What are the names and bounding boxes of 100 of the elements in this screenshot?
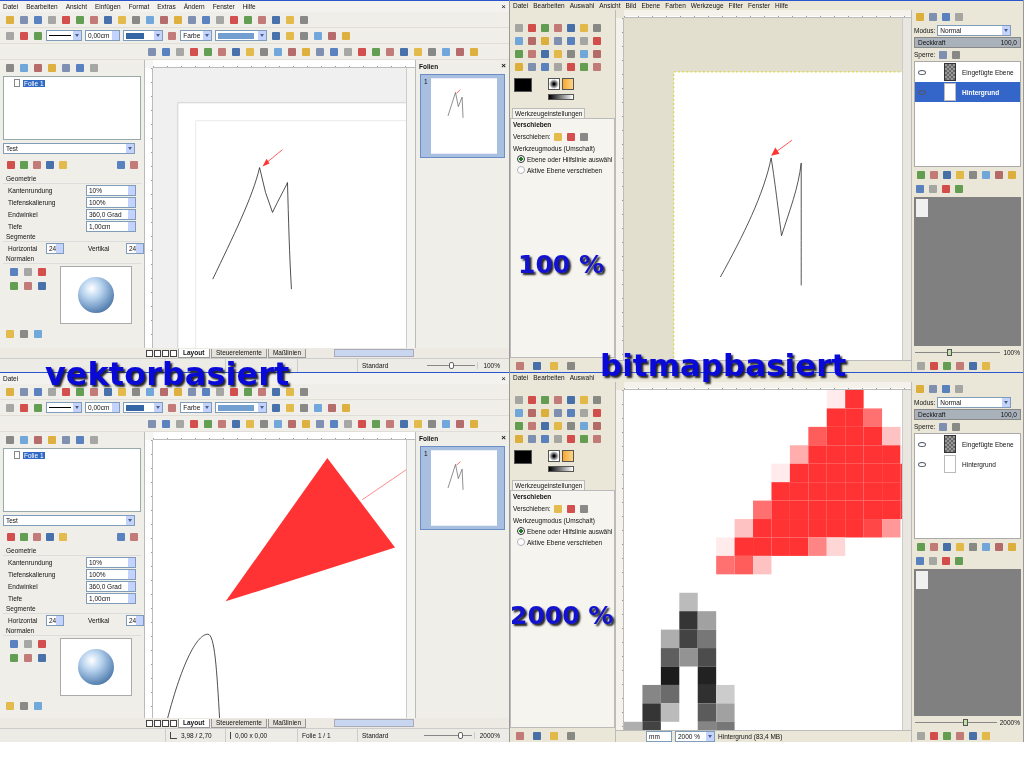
scrollbar[interactable] (902, 390, 911, 730)
close-button[interactable]: × (501, 374, 506, 383)
color-dropdown[interactable] (123, 30, 164, 41)
toolbar-icon[interactable] (18, 159, 29, 170)
toolbar-icon[interactable] (578, 503, 590, 514)
toolbar-icon[interactable] (32, 434, 43, 446)
toolbar-icon[interactable] (565, 131, 577, 142)
toolbar-icon[interactable] (314, 418, 325, 429)
toolbar-icon[interactable] (146, 46, 157, 57)
toolbar-icon[interactable] (36, 280, 47, 291)
toolbar-icon[interactable] (591, 420, 602, 431)
toolbar-icon[interactable] (941, 360, 952, 371)
toolbar-icon[interactable] (298, 386, 309, 397)
toolbar-icon[interactable] (552, 22, 563, 33)
scrollbar[interactable] (334, 349, 414, 357)
toolbar-icon[interactable] (202, 46, 213, 57)
zoom-slider[interactable] (915, 719, 997, 726)
toolbar-icon[interactable] (513, 420, 524, 431)
toolbar-icon[interactable] (4, 62, 15, 74)
color-dropdown[interactable] (215, 402, 268, 413)
line-style-dropdown[interactable] (46, 402, 82, 413)
toolbar-icon[interactable] (36, 652, 47, 663)
toolbar-icon[interactable] (5, 531, 16, 542)
brush-preview[interactable] (548, 450, 560, 462)
zoom-slider[interactable] (423, 732, 472, 739)
toolbar-icon[interactable] (928, 169, 939, 180)
toolbar-icon[interactable] (188, 418, 199, 429)
toolbar-icon[interactable] (398, 46, 409, 57)
pattern-preview[interactable] (562, 78, 574, 90)
toolbar-icon[interactable] (591, 433, 602, 444)
toolbar-icon[interactable] (526, 407, 537, 418)
gradient-preview[interactable] (548, 94, 574, 100)
toolbar-icon[interactable] (242, 14, 253, 25)
toolbar-icon[interactable] (928, 360, 939, 371)
toolbar-icon[interactable] (954, 360, 965, 371)
toolbar-icon[interactable] (356, 46, 367, 57)
brush-preview[interactable] (548, 78, 560, 90)
toolbar-icon[interactable] (578, 131, 590, 142)
toolbar-icon[interactable] (326, 30, 338, 41)
toolbar-icon[interactable] (950, 421, 962, 432)
toolbar-icon[interactable] (539, 420, 550, 431)
toolbar-icon[interactable] (950, 49, 962, 60)
toolbar-icon[interactable] (539, 433, 550, 444)
toolbar-icon[interactable] (18, 531, 29, 542)
toolbar-icon[interactable] (32, 386, 43, 397)
scrollbar[interactable] (334, 719, 414, 727)
toolbar-icon[interactable] (128, 531, 139, 542)
toolbar-icon[interactable] (565, 730, 576, 741)
toolbar-icon[interactable] (565, 420, 576, 431)
toolbar-icon[interactable] (18, 700, 29, 712)
toolbar-icon[interactable] (514, 360, 525, 371)
toolbar-icon[interactable] (941, 541, 952, 552)
toolbar-icon[interactable] (258, 418, 269, 429)
toolbar-icon[interactable] (102, 14, 113, 25)
toolbar-icon[interactable] (531, 730, 542, 741)
close-button[interactable]: × (501, 62, 506, 70)
toolbar-icon[interactable] (426, 418, 437, 429)
toolbar-icon[interactable] (160, 46, 171, 57)
toolbar-icon[interactable] (526, 22, 537, 33)
toolbar-icon[interactable] (4, 434, 15, 446)
toolbar-icon[interactable] (36, 266, 47, 277)
toolbar-icon[interactable] (514, 730, 525, 741)
toolbar-icon[interactable] (915, 169, 926, 180)
toolbar-icon[interactable] (158, 14, 169, 25)
toolbar-icon[interactable] (328, 46, 339, 57)
toolbar-icon[interactable] (454, 418, 465, 429)
toolbar-icon[interactable] (565, 360, 576, 371)
toolbar-icon[interactable] (74, 434, 85, 446)
toolbar-icon[interactable] (18, 328, 29, 340)
toolbar-icon[interactable] (591, 394, 602, 405)
toolbar-icon[interactable] (160, 418, 171, 429)
toolbar-icon[interactable] (270, 30, 282, 41)
toolbar-icon[interactable] (384, 418, 395, 429)
toolbar-icon[interactable] (591, 407, 602, 418)
zoom-slider[interactable] (915, 349, 1001, 356)
toolbar-icon[interactable] (539, 61, 550, 72)
toolbar-icon[interactable] (130, 14, 141, 25)
toolbar-icon[interactable] (216, 418, 227, 429)
toolbar-icon[interactable] (284, 386, 295, 397)
toolbar-icon[interactable] (115, 531, 126, 542)
toolbar-icon[interactable] (32, 14, 43, 25)
toolbar-icon[interactable] (298, 30, 310, 41)
toolbar-icon[interactable] (552, 394, 563, 405)
toolbar-icon[interactable] (941, 730, 952, 741)
toolbar-icon[interactable] (326, 402, 338, 413)
toolbar-icon[interactable] (552, 35, 563, 46)
toolbar-icon[interactable] (526, 35, 537, 46)
toolbar-icon[interactable] (967, 730, 978, 741)
toolbar-icon[interactable] (88, 14, 99, 25)
toolbar-icon[interactable] (286, 418, 297, 429)
toolbar-icon[interactable] (166, 402, 178, 413)
toolbar-icon[interactable] (228, 14, 239, 25)
toolbar-icon[interactable] (8, 638, 19, 649)
toolbar-icon[interactable] (270, 402, 282, 413)
close-button[interactable]: × (501, 434, 506, 442)
toolbar-icon[interactable] (940, 555, 951, 567)
toolbar-icon[interactable] (230, 46, 241, 57)
toolbar-icon[interactable] (32, 402, 43, 413)
toolbar-icon[interactable] (539, 22, 550, 33)
toolbar-icon[interactable] (940, 11, 951, 23)
